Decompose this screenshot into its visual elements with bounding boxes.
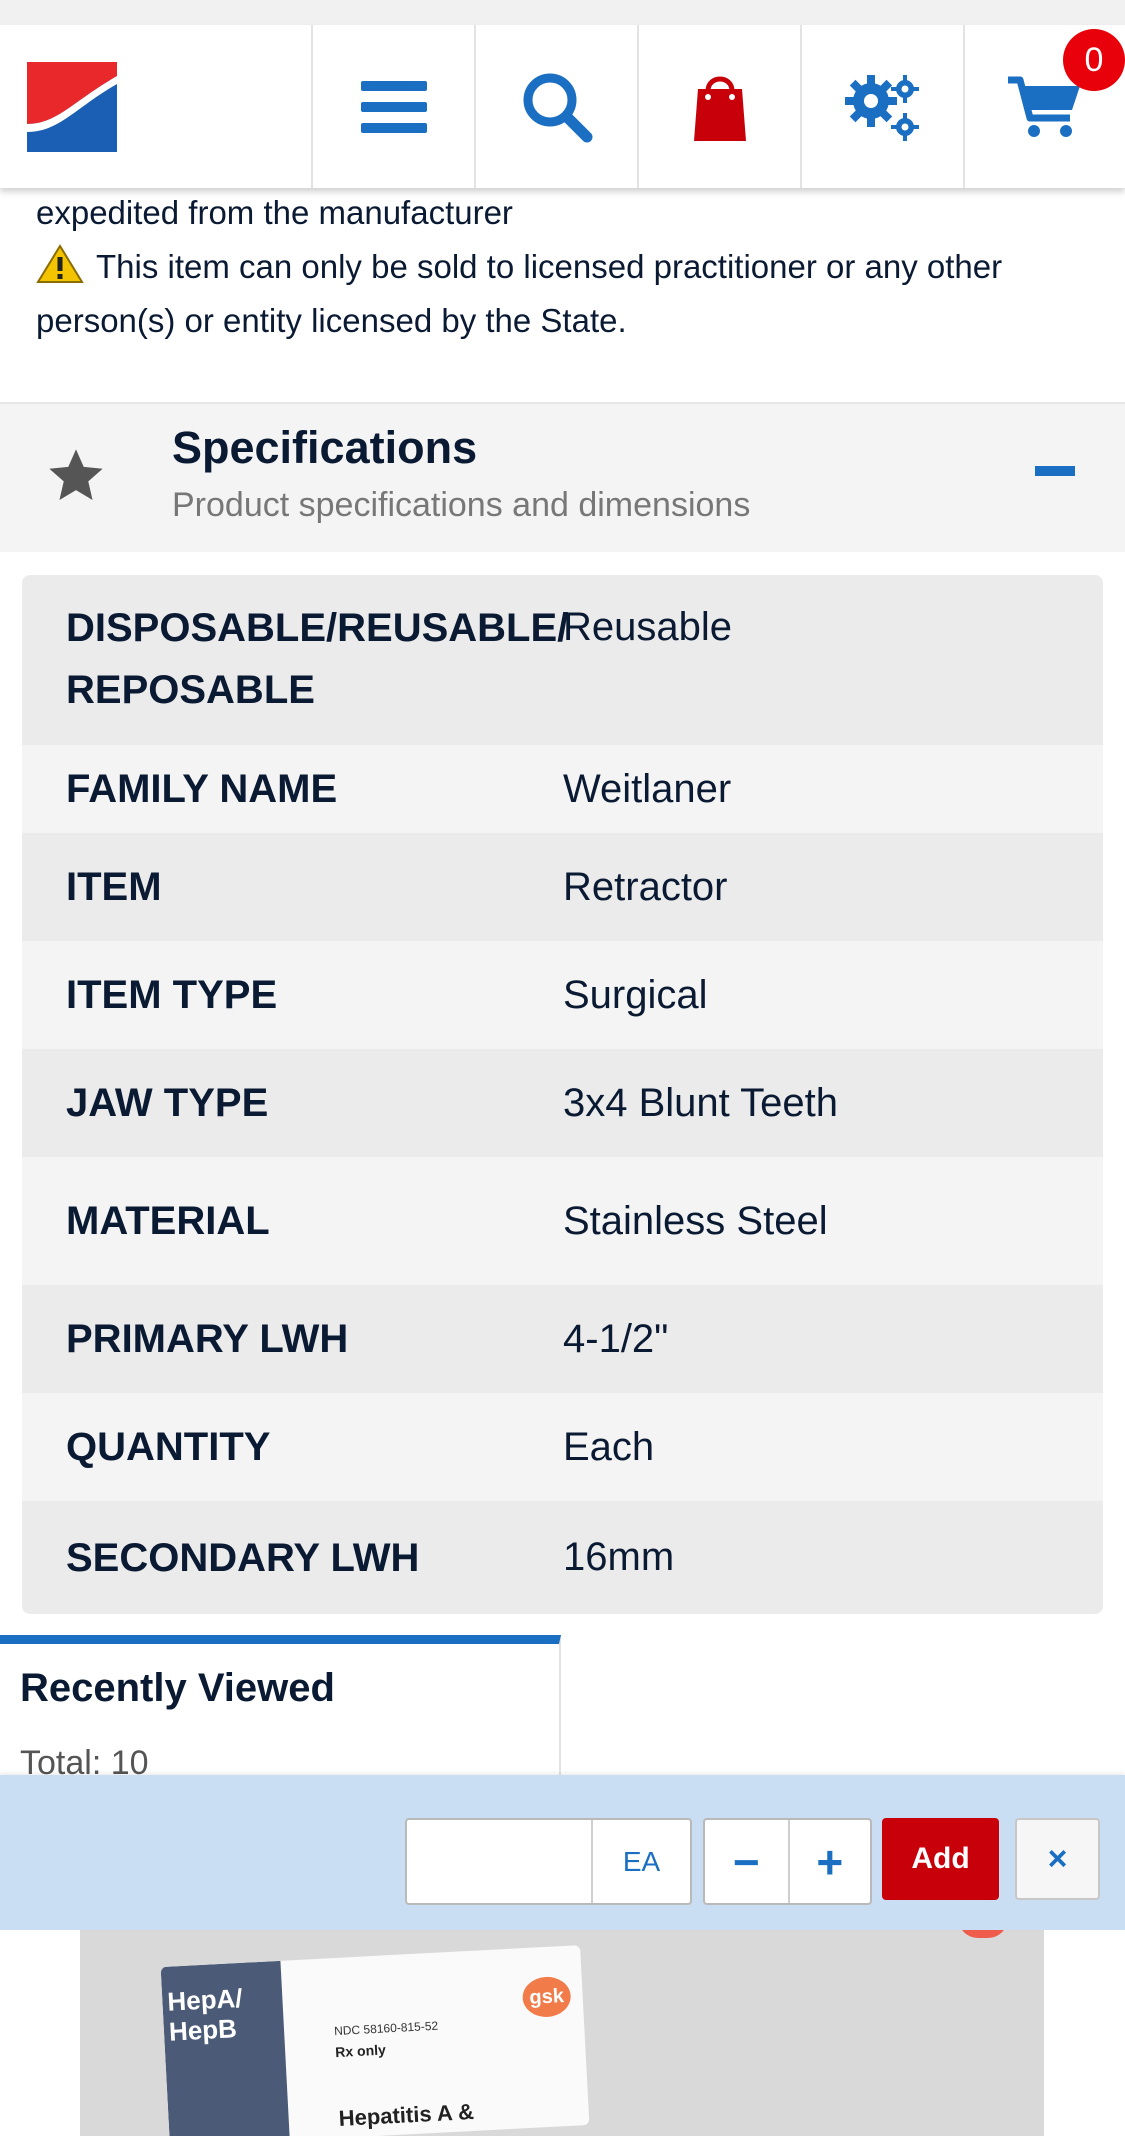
recently-viewed-product-image[interactable]: HepA/ HepB NDC 58160-815-52 Rx only Hepa… bbox=[80, 1930, 1044, 2136]
spec-key: QUANTITY bbox=[66, 1425, 271, 1469]
specifications-title: Specifications bbox=[172, 422, 478, 473]
table-row: FAMILY NAME Weitlaner bbox=[22, 745, 1103, 833]
warning-text: This item can only be sold to licensed p… bbox=[36, 248, 1003, 339]
increment-button[interactable]: + bbox=[787, 1820, 871, 1903]
quantity-stepper: − + bbox=[703, 1818, 872, 1905]
shopping-bag-button[interactable] bbox=[639, 25, 802, 188]
spec-key: ITEM bbox=[66, 865, 162, 909]
notice-line: expedited from the manufacturer bbox=[36, 194, 513, 231]
product-box-side: HepA/ HepB bbox=[160, 1960, 290, 2136]
spec-value: Surgical bbox=[563, 972, 708, 1017]
table-row: PRIMARY LWH 4-1/2" bbox=[22, 1285, 1103, 1393]
quantity-field: EA bbox=[405, 1818, 692, 1905]
brand-logo bbox=[27, 61, 117, 152]
product-rx: Rx only bbox=[334, 2041, 387, 2061]
top-header: 0 bbox=[0, 25, 1125, 188]
add-to-cart-bar: EA − + Add × bbox=[0, 1775, 1125, 1930]
spec-key: ITEM TYPE bbox=[66, 973, 278, 1017]
search-icon bbox=[523, 73, 592, 142]
specifications-header[interactable]: Specifications Product specifications an… bbox=[0, 402, 1125, 552]
product-name: Hepatitis A & bbox=[338, 2098, 475, 2131]
settings-gears-icon bbox=[844, 74, 919, 141]
spec-value: Reusable bbox=[563, 605, 733, 649]
specifications-table: DISPOSABLE/REUSABLE/ REPOSABLE Reusable … bbox=[22, 575, 1103, 1614]
collapse-minus-icon[interactable] bbox=[1035, 466, 1075, 476]
product-notice: expedited from the manufacturer This ite… bbox=[36, 186, 1076, 348]
cart-icon bbox=[1008, 76, 1080, 137]
status-bar bbox=[0, 0, 1125, 25]
close-button[interactable]: × bbox=[1015, 1818, 1100, 1900]
star-icon bbox=[49, 449, 103, 500]
spec-key: FAMILY NAME bbox=[66, 767, 338, 811]
menu-button[interactable] bbox=[313, 25, 476, 188]
cart-button[interactable]: 0 bbox=[965, 25, 1125, 188]
unit-label: EA bbox=[622, 1845, 661, 1877]
recently-viewed-title: Recently Viewed bbox=[20, 1666, 335, 1710]
spec-key: MATERIAL bbox=[66, 1199, 270, 1243]
table-row: ITEM TYPE Surgical bbox=[22, 941, 1103, 1049]
spec-value: 16mm bbox=[563, 1535, 675, 1579]
quantity-input[interactable] bbox=[407, 1820, 593, 1903]
search-button[interactable] bbox=[476, 25, 639, 188]
spec-value: 3x4 Blunt Teeth bbox=[563, 1080, 839, 1125]
logo-link[interactable] bbox=[0, 25, 313, 188]
product-brand-line: HepA/ bbox=[166, 1982, 244, 2017]
table-row: SECONDARY LWH 16mm bbox=[22, 1501, 1103, 1614]
warning-icon bbox=[36, 244, 84, 283]
product-brand-line: HepB bbox=[168, 2013, 238, 2047]
license-warning: This item can only be sold to licensed p… bbox=[36, 240, 1076, 348]
table-row: DISPOSABLE/REUSABLE/ REPOSABLE Reusable bbox=[22, 575, 1103, 745]
spec-key: JAW TYPE bbox=[66, 1081, 269, 1125]
spec-key: DISPOSABLE/REUSABLE/ REPOSABLE bbox=[66, 606, 569, 712]
menu-icon bbox=[360, 80, 427, 133]
product-box-image: HepA/ HepB NDC 58160-815-52 Rx only Hepa… bbox=[160, 1945, 590, 2136]
spec-value: Stainless Steel bbox=[563, 1198, 828, 1243]
settings-button[interactable] bbox=[802, 25, 965, 188]
shopping-bag-icon bbox=[693, 76, 746, 141]
spec-key: PRIMARY LWH bbox=[66, 1317, 349, 1361]
spec-key: SECONDARY LWH bbox=[66, 1535, 420, 1580]
recently-viewed-tab[interactable]: Recently Viewed Total: 10 bbox=[0, 1635, 561, 1782]
spec-value: Weitlaner bbox=[563, 766, 732, 811]
spec-value: Retractor bbox=[563, 864, 728, 909]
manufacturer-logo: gsk bbox=[521, 1975, 572, 2019]
spec-value: 4-1/2" bbox=[563, 1316, 669, 1361]
product-brand: HepA/ HepB bbox=[167, 1983, 245, 2047]
cart-count-badge: 0 bbox=[1063, 29, 1125, 91]
product-ndc: NDC 58160-815-52 bbox=[333, 2018, 439, 2039]
add-button[interactable]: Add bbox=[882, 1818, 999, 1900]
table-row: ITEM Retractor bbox=[22, 833, 1103, 941]
specifications-subtitle: Product specifications and dimensions bbox=[172, 486, 751, 524]
table-row: JAW TYPE 3x4 Blunt Teeth bbox=[22, 1049, 1103, 1157]
decrement-button[interactable]: − bbox=[705, 1820, 788, 1903]
table-row: QUANTITY Each bbox=[22, 1393, 1103, 1501]
table-row: MATERIAL Stainless Steel bbox=[22, 1157, 1103, 1285]
spec-value: Each bbox=[563, 1424, 655, 1469]
